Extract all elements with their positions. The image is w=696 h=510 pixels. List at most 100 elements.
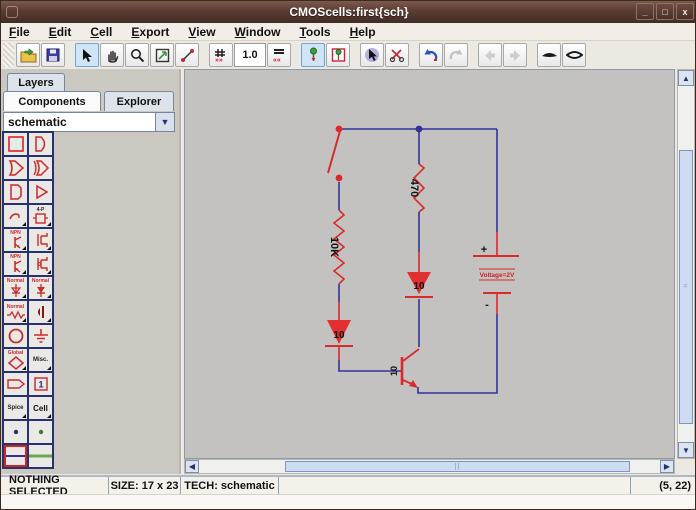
draw-wire-button[interactable] — [175, 43, 199, 67]
minimize-button[interactable]: _ — [636, 3, 654, 20]
scroll-left-button[interactable]: ◀ — [185, 460, 199, 473]
battery-minus-sign: - — [485, 299, 489, 311]
palette-pin[interactable] — [4, 421, 27, 443]
vertical-scroll-thumb[interactable]: = — [679, 150, 693, 424]
popup-arrow-icon — [22, 366, 26, 370]
menu-edit[interactable]: Edit — [49, 25, 72, 39]
palette-ground[interactable] — [29, 325, 52, 347]
junction-dot[interactable] — [416, 126, 423, 133]
palette-buffer[interactable] — [29, 181, 52, 203]
led-middle[interactable]: 10 — [405, 252, 433, 297]
switch-component[interactable] — [328, 126, 342, 182]
cut-button[interactable] — [385, 43, 409, 67]
port-pin-icon — [307, 47, 320, 63]
palette-resistor[interactable]: Normal — [4, 301, 27, 323]
palette-bus-arc[interactable] — [29, 445, 52, 467]
palette-misc[interactable]: Misc. — [29, 349, 52, 371]
save-button[interactable] — [41, 43, 65, 67]
open-button[interactable] — [16, 43, 40, 67]
zoom-fit-button[interactable] — [150, 43, 174, 67]
scroll-down-button[interactable]: ▼ — [678, 442, 694, 458]
wire-net[interactable] — [339, 129, 497, 393]
palette-led-diode[interactable]: Normal — [29, 277, 52, 299]
palette-xor-gate[interactable] — [29, 157, 52, 179]
battery-component[interactable]: Voltage=2V + - — [473, 232, 519, 314]
npn-transistor-component[interactable]: 10 — [389, 349, 419, 388]
tab-components[interactable]: Components — [3, 91, 101, 111]
palette-npn-transistor[interactable]: NPN — [4, 229, 27, 251]
menu-tools[interactable]: Tools — [299, 25, 330, 39]
menu-help[interactable]: Help — [350, 25, 376, 39]
palette-offpage[interactable] — [4, 373, 27, 395]
pan-mode-button[interactable] — [100, 43, 124, 67]
popup-arrow-icon — [22, 222, 26, 226]
collapse-cell-button[interactable] — [562, 43, 586, 67]
menu-export[interactable]: Export — [131, 25, 169, 39]
palette-node[interactable] — [29, 421, 52, 443]
grid-spacing-input[interactable] — [234, 43, 266, 67]
component-palette: 4-P NPN NPN Normal Normal Normal Global … — [2, 131, 54, 469]
palette-mux[interactable] — [4, 181, 27, 203]
palette-global[interactable]: Global — [4, 349, 27, 371]
palette-nmos-transistor[interactable] — [29, 229, 52, 251]
scroll-right-button[interactable]: ▶ — [660, 460, 674, 473]
tab-layers[interactable]: Layers — [7, 73, 65, 91]
led-left[interactable]: 10 — [325, 302, 353, 360]
status-tech: TECH: schematic — [181, 477, 279, 494]
palette-source[interactable] — [4, 325, 27, 347]
palette-or-gate[interactable] — [4, 157, 27, 179]
palette-and-gate[interactable] — [29, 133, 52, 155]
battery-voltage-label[interactable]: Voltage=2V — [480, 272, 515, 279]
select-objects-icon — [364, 47, 380, 63]
palette-wire-arc[interactable] — [4, 445, 27, 467]
redo-button[interactable] — [444, 43, 468, 67]
resistor-470[interactable]: 470 — [408, 164, 424, 212]
expand-cell-button[interactable] — [537, 43, 561, 67]
title-bar[interactable]: CMOScells:first{sch} _ □ x — [1, 1, 696, 23]
switch-lever[interactable] — [328, 131, 340, 173]
toggle-grid-button[interactable]: »» — [209, 43, 233, 67]
side-panel: Layers Components Explorer schematic ▼ 4… — [1, 69, 181, 474]
menu-window[interactable]: Window — [235, 25, 281, 39]
toolbar-handle[interactable] — [3, 43, 14, 67]
maximize-button[interactable]: □ — [656, 3, 674, 20]
grid-align-button[interactable]: «« — [267, 43, 291, 67]
palette-instance[interactable]: 1 — [29, 373, 52, 395]
vertical-scrollbar[interactable]: ▲ = ▼ — [677, 69, 695, 459]
wire-emitter-bottom[interactable] — [418, 314, 497, 393]
transistor-collector[interactable] — [403, 349, 419, 361]
palette-cell[interactable]: Cell — [29, 397, 52, 419]
close-button[interactable]: x — [676, 3, 694, 20]
palette-four-port[interactable]: 4-P — [29, 205, 52, 227]
resistor-10k[interactable]: 10K — [328, 210, 344, 284]
scroll-up-button[interactable]: ▲ — [678, 70, 694, 86]
palette-diode[interactable]: Normal — [4, 277, 27, 299]
palette-switch[interactable] — [4, 205, 27, 227]
menu-view[interactable]: View — [188, 25, 215, 39]
tab-explorer[interactable]: Explorer — [104, 91, 174, 111]
go-forward-button[interactable] — [503, 43, 527, 67]
palette-pmos-transistor[interactable] — [29, 253, 52, 275]
palette-pnp-transistor[interactable]: NPN — [4, 253, 27, 275]
technology-select[interactable]: schematic ▼ — [3, 112, 175, 132]
export-port-button[interactable] — [326, 43, 350, 67]
chevron-down-icon[interactable]: ▼ — [155, 113, 174, 131]
select-objects-button[interactable] — [360, 43, 384, 67]
menu-file[interactable]: File — [9, 25, 30, 39]
zoom-mode-button[interactable] — [125, 43, 149, 67]
select-mode-button[interactable] — [75, 43, 99, 67]
palette-cell-label: Misc. — [33, 358, 48, 363]
palette-spice[interactable]: Spice — [4, 397, 27, 419]
switch-contact-top[interactable] — [336, 126, 343, 133]
horizontal-scrollbar[interactable]: ◀ || ▶ — [184, 459, 675, 474]
palette-flipflop[interactable] — [4, 133, 27, 155]
switch-contact-bottom[interactable] — [336, 175, 343, 182]
menu-cell[interactable]: Cell — [90, 25, 112, 39]
palette-capacitor[interactable] — [29, 301, 52, 323]
horizontal-scroll-thumb[interactable]: || — [285, 461, 630, 472]
tab-layers-label: Layers — [18, 77, 53, 89]
show-ports-button[interactable] — [301, 43, 325, 67]
go-back-button[interactable] — [478, 43, 502, 67]
schematic-canvas[interactable]: 10K 470 10 10 — [184, 69, 675, 459]
undo-button[interactable] — [419, 43, 443, 67]
